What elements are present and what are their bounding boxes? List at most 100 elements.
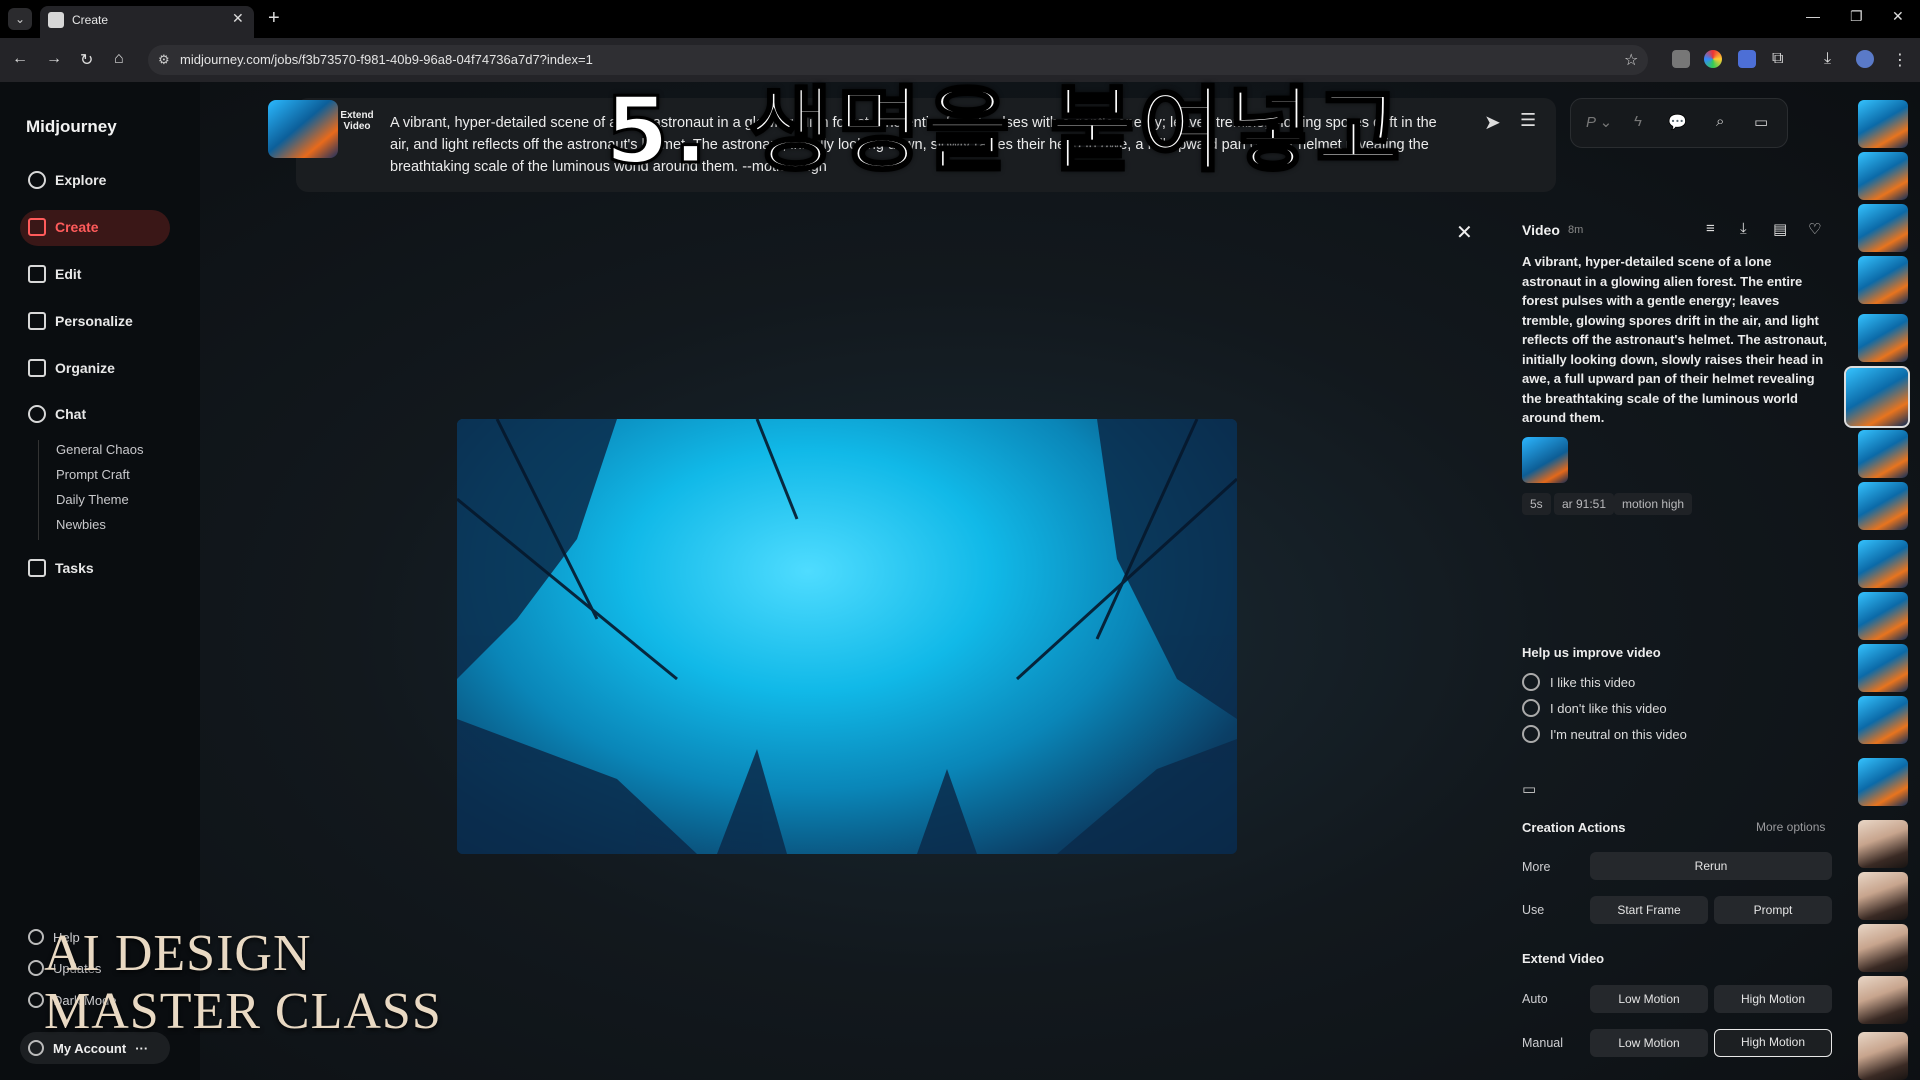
forest-canopy-image [457, 419, 1237, 854]
nav-chat[interactable]: Chat [28, 405, 86, 423]
start-frame-button[interactable]: Start Frame [1590, 896, 1708, 924]
history-thumbnail[interactable] [1858, 256, 1908, 304]
site-info-icon[interactable]: ⚙ [158, 52, 170, 68]
brand-logo[interactable]: Midjourney [26, 117, 117, 137]
tab-title: Create [72, 13, 109, 27]
chat-room-newbies[interactable]: Newbies [56, 517, 106, 532]
history-thumbnail-selected[interactable] [1844, 366, 1910, 428]
send-icon[interactable]: ➤ [1484, 110, 1501, 135]
tutorial-caption: 5. 생명을 붙여넣고 [604, 76, 1405, 186]
brush-icon [28, 218, 46, 236]
minimize-icon[interactable]: — [1806, 8, 1820, 24]
chat-room-general-chaos[interactable]: General Chaos [56, 442, 143, 457]
search-icon[interactable]: ⌕ [1716, 113, 1724, 130]
history-thumbnail[interactable] [1858, 204, 1908, 252]
profile-avatar[interactable] [1856, 50, 1874, 68]
reload-icon[interactable]: ↻ [80, 50, 93, 70]
chat-tree-line [38, 440, 39, 540]
tab-search-icon[interactable]: ⌄ [8, 8, 32, 30]
chat-bubble-icon[interactable]: 💬 [1668, 113, 1687, 131]
feedback-like[interactable]: I like this video [1522, 673, 1635, 691]
history-thumbnail[interactable] [1858, 100, 1908, 148]
thumbs-up-icon [28, 559, 46, 577]
rerun-button[interactable]: Rerun [1590, 852, 1832, 880]
radio-icon [1522, 673, 1540, 691]
window-close-icon[interactable]: ✕ [1892, 8, 1904, 25]
nav-personalize[interactable]: Personalize [28, 312, 133, 330]
tag-motion[interactable]: motion high [1614, 493, 1693, 515]
manual-low-motion-button[interactable]: Low Motion [1590, 1029, 1708, 1057]
auto-low-motion-button[interactable]: Low Motion [1590, 985, 1708, 1013]
folder-icon[interactable]: ▭ [1754, 113, 1768, 131]
edit-icon [28, 265, 46, 283]
back-icon[interactable]: ← [12, 50, 28, 68]
download-icon[interactable]: ⤓ [1824, 50, 1831, 68]
nav-edit[interactable]: Edit [28, 265, 81, 283]
prompt-description: A vibrant, hyper-detailed scene of a lon… [1522, 254, 1828, 425]
history-thumbnail[interactable] [1858, 644, 1908, 692]
video-player[interactable] [457, 419, 1237, 854]
extend-video-label: Extend Video [340, 110, 374, 132]
vpn-extension-icon[interactable] [1738, 50, 1756, 68]
nav-explore[interactable]: Explore [28, 171, 106, 189]
history-thumbnail[interactable] [1858, 430, 1908, 478]
history-thumbnail[interactable] [1858, 696, 1908, 744]
extensions-icon[interactable]: ⧉ [1772, 50, 1783, 68]
heart-icon[interactable]: ♡ [1808, 220, 1821, 238]
lightning-icon[interactable]: ϟ [1634, 113, 1642, 130]
new-tab-icon[interactable]: + [268, 7, 280, 30]
forward-icon[interactable]: → [46, 50, 62, 68]
watermark-line-1: AI DESIGN [44, 925, 312, 982]
history-thumbnail-portrait[interactable] [1858, 924, 1908, 972]
color-extension-icon[interactable] [1704, 50, 1722, 68]
sliders-icon[interactable]: ☰ [1520, 110, 1536, 131]
account-more-icon[interactable]: ··· [135, 1041, 148, 1056]
tab-close-icon[interactable]: ✕ [232, 10, 244, 27]
history-thumbnail[interactable] [1858, 314, 1908, 362]
history-thumbnail[interactable] [1858, 482, 1908, 530]
auto-high-motion-button[interactable]: High Motion [1714, 985, 1832, 1013]
chat-room-daily-theme[interactable]: Daily Theme [56, 492, 129, 507]
nav-tasks[interactable]: Tasks [28, 559, 94, 577]
panel-title: Video [1522, 222, 1560, 238]
history-thumbnail[interactable] [1858, 758, 1908, 806]
history-thumbnail-portrait[interactable] [1858, 976, 1908, 1024]
my-account-button[interactable]: My Account ··· [28, 1040, 148, 1056]
history-thumbnail-portrait[interactable] [1858, 872, 1908, 920]
browser-menu-icon[interactable]: ⋮ [1892, 50, 1908, 70]
tag-duration[interactable]: 5s [1522, 493, 1551, 515]
reference-thumbnail[interactable] [1522, 437, 1568, 483]
copy-icon[interactable]: ▤ [1773, 220, 1787, 238]
bookmark-star-icon[interactable]: ☆ [1624, 50, 1638, 70]
history-thumbnail[interactable] [1858, 152, 1908, 200]
more-options-link[interactable]: More options [1756, 820, 1825, 834]
manual-row-label: Manual [1522, 1036, 1563, 1050]
image-icon [28, 359, 46, 377]
camera-extension-icon[interactable] [1672, 50, 1690, 68]
radio-icon [1522, 725, 1540, 743]
feedback-neutral[interactable]: I'm neutral on this video [1522, 725, 1687, 743]
nav-organize[interactable]: Organize [28, 359, 115, 377]
restore-icon[interactable]: ❐ [1850, 8, 1863, 25]
feedback-dislike[interactable]: I don't like this video [1522, 699, 1667, 717]
favicon-icon [48, 12, 64, 28]
history-thumbnail[interactable] [1858, 592, 1908, 640]
source-video-thumbnail[interactable] [268, 100, 338, 158]
use-prompt-button[interactable]: Prompt [1714, 896, 1832, 924]
home-icon[interactable]: ⌂ [114, 50, 124, 68]
bell-icon [28, 960, 44, 976]
nav-create[interactable]: Create [28, 218, 99, 236]
tag-aspect-ratio[interactable]: ar 91:51 [1554, 493, 1615, 515]
close-detail-icon[interactable]: ✕ [1456, 220, 1473, 245]
history-thumbnail-portrait[interactable] [1858, 1032, 1908, 1080]
more-row-label: More [1522, 860, 1551, 874]
chat-room-prompt-craft[interactable]: Prompt Craft [56, 467, 130, 482]
personalize-p-icon[interactable]: P ⌄ [1586, 113, 1612, 131]
manual-high-motion-button[interactable]: High Motion [1714, 1029, 1832, 1057]
download-video-icon[interactable]: ⤓ [1740, 220, 1747, 237]
chat-icon [28, 405, 46, 423]
history-thumbnail-portrait[interactable] [1858, 820, 1908, 868]
add-to-folder-icon[interactable]: ▭ [1522, 780, 1536, 798]
list-icon[interactable]: ≡ [1706, 220, 1715, 237]
history-thumbnail[interactable] [1858, 540, 1908, 588]
